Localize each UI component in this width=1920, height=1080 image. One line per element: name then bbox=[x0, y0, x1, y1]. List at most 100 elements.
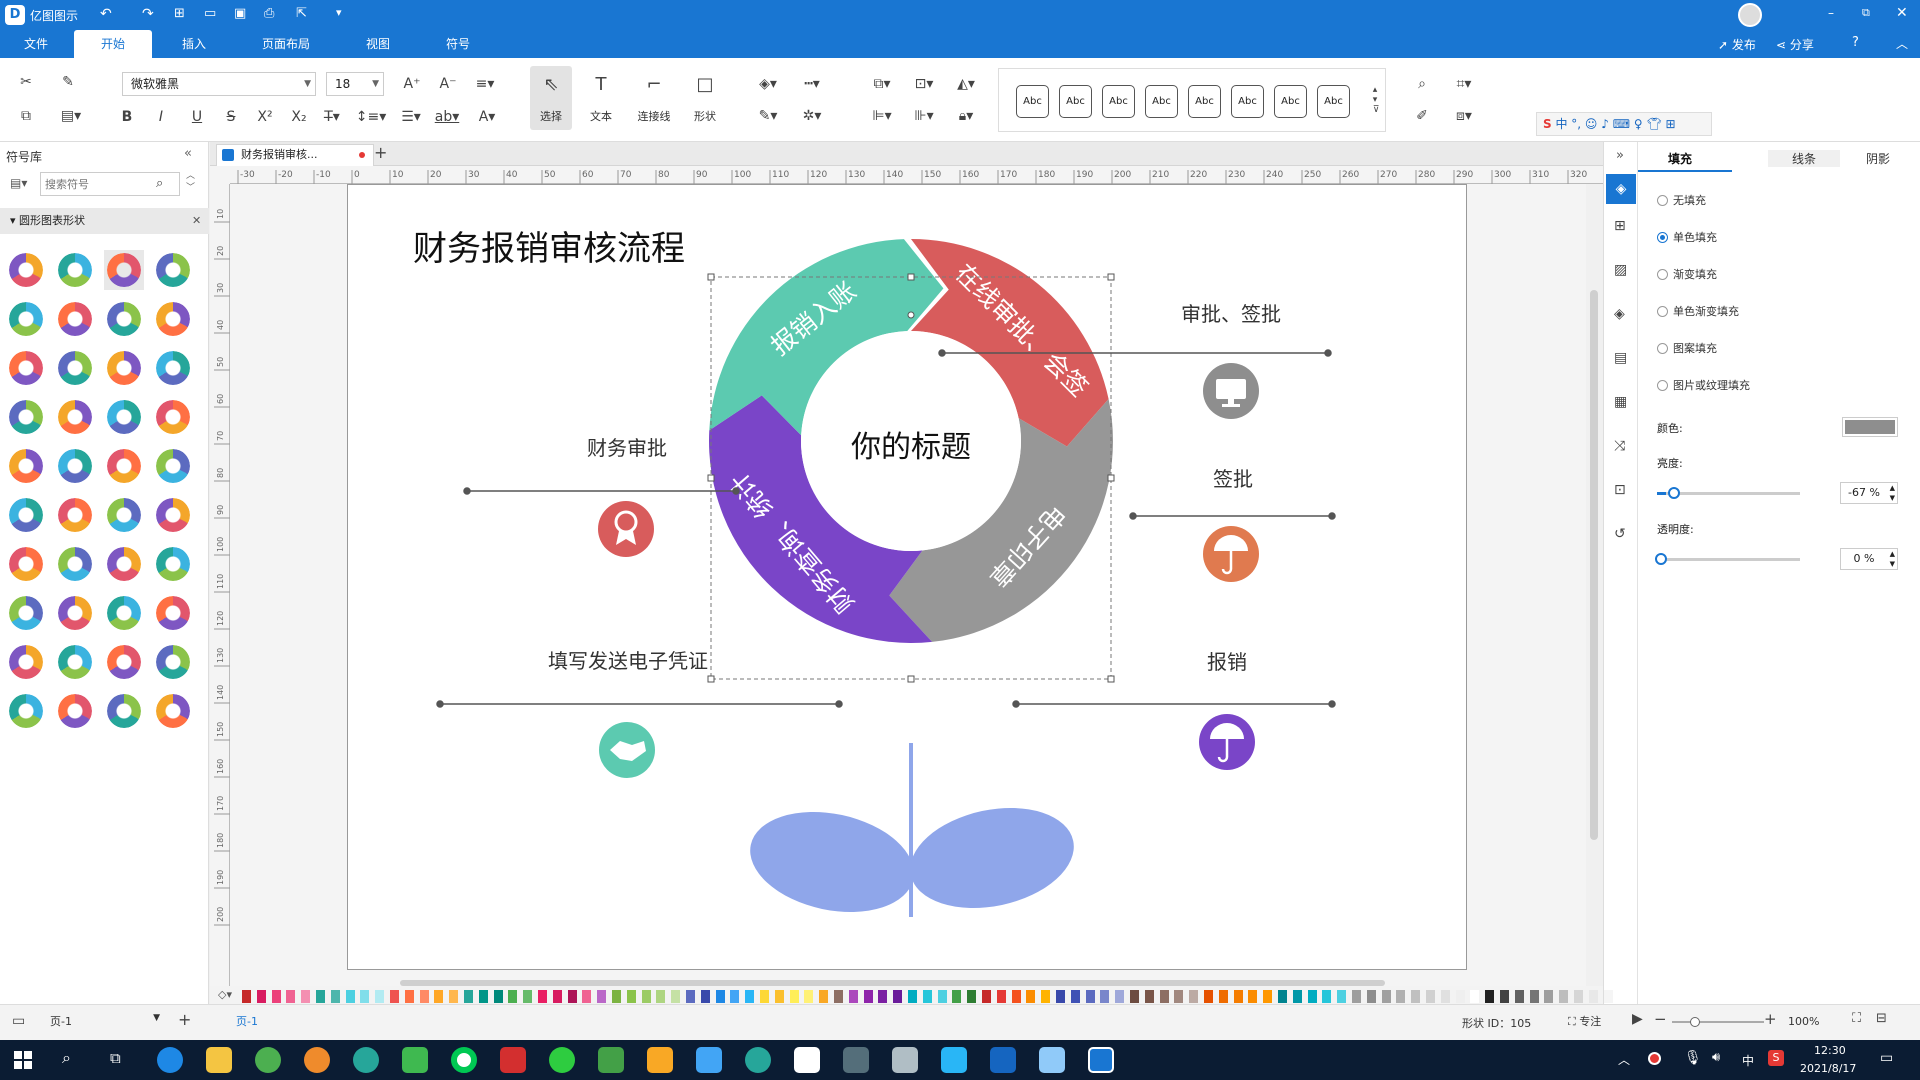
record-icon[interactable] bbox=[1648, 1052, 1661, 1065]
maximize-icon[interactable]: ⧉ bbox=[1862, 6, 1870, 20]
canvas-vscroll[interactable] bbox=[1590, 290, 1598, 840]
line-style-icon[interactable]: ┅▾ bbox=[796, 72, 828, 96]
zoom-out-icon[interactable]: − bbox=[1654, 1010, 1667, 1028]
zoom-value[interactable]: 100% bbox=[1788, 1015, 1819, 1028]
publish-button[interactable]: ➚ 发布 bbox=[1718, 36, 1756, 53]
palette-color-swatch[interactable] bbox=[1144, 990, 1154, 1003]
library-shape-thumbnail[interactable] bbox=[153, 397, 193, 437]
library-shape-thumbnail[interactable] bbox=[104, 642, 144, 682]
grid-icon[interactable]: ⊞ bbox=[1614, 218, 1626, 234]
lock-icon[interactable]: 🔒︎▾ bbox=[950, 104, 982, 128]
palette-color-swatch[interactable] bbox=[404, 990, 414, 1003]
palette-color-swatch[interactable] bbox=[1588, 990, 1598, 1003]
history-icon[interactable]: ↺ bbox=[1614, 526, 1626, 542]
library-shape-thumbnail[interactable] bbox=[153, 593, 193, 633]
cloud-app-icon[interactable] bbox=[941, 1047, 967, 1073]
format-painter-icon[interactable]: ✎ bbox=[56, 70, 80, 94]
palette-color-swatch[interactable] bbox=[789, 990, 799, 1003]
focus-mode-button[interactable]: ⛶ 专注 bbox=[1568, 1013, 1601, 1029]
tool-shape[interactable]: □ 形状 bbox=[684, 66, 726, 130]
find-replace-icon[interactable]: ⌕ bbox=[1410, 72, 1434, 96]
copy-icon[interactable]: ⧉ bbox=[14, 104, 38, 128]
palette-color-swatch[interactable] bbox=[1204, 990, 1213, 1003]
award-icon[interactable] bbox=[598, 501, 654, 557]
fill-option-picture[interactable]: 图片或纹理填充 bbox=[1657, 377, 1750, 393]
palette-color-swatch[interactable] bbox=[316, 990, 325, 1003]
fullscreen-icon[interactable]: ⊟ bbox=[1876, 1011, 1887, 1026]
library-shape-thumbnail[interactable] bbox=[104, 348, 144, 388]
library-shape-thumbnail[interactable] bbox=[104, 495, 144, 535]
palette-color-swatch[interactable] bbox=[1070, 990, 1080, 1003]
style-sample-3[interactable]: Abc bbox=[1102, 85, 1135, 118]
font-family-select[interactable]: 微软雅黑 ▼ bbox=[122, 72, 316, 96]
callout-label-approve-sign[interactable]: 审批、签批 bbox=[1181, 303, 1281, 326]
library-shape-thumbnail[interactable] bbox=[153, 299, 193, 339]
library-shape-thumbnail[interactable] bbox=[55, 544, 95, 584]
palette-color-swatch[interactable] bbox=[375, 990, 385, 1003]
palette-color-swatch[interactable] bbox=[1426, 990, 1435, 1003]
palette-color-swatch[interactable] bbox=[1307, 990, 1317, 1003]
palette-color-swatch[interactable] bbox=[863, 990, 873, 1003]
expand-panel-icon[interactable]: » bbox=[1616, 148, 1624, 163]
effects-icon[interactable]: ✲▾ bbox=[796, 104, 828, 128]
help-icon[interactable]: ? bbox=[1852, 35, 1859, 50]
m-app-icon[interactable] bbox=[843, 1047, 869, 1073]
crop-icon[interactable]: ⌗▾ bbox=[1448, 72, 1480, 96]
italic-icon[interactable]: I bbox=[150, 106, 172, 128]
redo-icon[interactable]: ↷ bbox=[142, 6, 154, 22]
style-sample-2[interactable]: Abc bbox=[1059, 85, 1092, 118]
tool-text[interactable]: T 文本 bbox=[580, 66, 622, 130]
menu-insert[interactable]: 插入 bbox=[168, 30, 220, 58]
palette-color-swatch[interactable] bbox=[848, 990, 858, 1003]
library-shape-thumbnail[interactable] bbox=[6, 250, 46, 290]
palette-color-swatch[interactable] bbox=[700, 990, 710, 1003]
font-color-icon[interactable]: A▾ bbox=[472, 106, 502, 128]
menu-home[interactable]: 开始 bbox=[74, 30, 152, 58]
replace-shape-icon[interactable]: ⧈▾ bbox=[1448, 104, 1480, 128]
export-icon[interactable]: ⇱ bbox=[296, 6, 307, 21]
collapse-ribbon-icon[interactable]: ︿ bbox=[1896, 35, 1908, 52]
save-icon[interactable]: ▣ bbox=[234, 6, 246, 21]
font-size-select[interactable]: 18 ▼ bbox=[326, 72, 384, 96]
palette-color-swatch[interactable] bbox=[1011, 990, 1021, 1003]
library-shape-thumbnail[interactable] bbox=[104, 593, 144, 633]
check-app-icon[interactable] bbox=[598, 1047, 624, 1073]
palette-color-swatch[interactable] bbox=[1366, 990, 1376, 1003]
superscript-icon[interactable]: X² bbox=[254, 106, 276, 128]
underline-icon[interactable]: U bbox=[186, 106, 208, 128]
palette-color-swatch[interactable] bbox=[434, 990, 444, 1003]
zoom-slider-thumb[interactable] bbox=[1690, 1017, 1700, 1027]
palette-color-swatch[interactable] bbox=[774, 990, 784, 1003]
record-app-icon[interactable] bbox=[451, 1047, 477, 1073]
palette-color-swatch[interactable] bbox=[523, 990, 533, 1003]
palette-color-swatch[interactable] bbox=[893, 990, 903, 1003]
layers-icon[interactable]: ◈ bbox=[1614, 306, 1625, 322]
search-icon[interactable]: ⌕ bbox=[62, 1048, 71, 1068]
word-icon[interactable] bbox=[990, 1047, 1016, 1073]
palette-color-swatch[interactable] bbox=[390, 990, 399, 1003]
cut-icon[interactable]: ✂ bbox=[14, 70, 38, 94]
palette-color-swatch[interactable] bbox=[819, 990, 829, 1003]
line-color-icon[interactable]: ✎▾ bbox=[752, 104, 784, 128]
palette-color-swatch[interactable] bbox=[878, 990, 888, 1003]
library-shape-thumbnail[interactable] bbox=[55, 495, 95, 535]
palette-color-swatch[interactable] bbox=[1455, 990, 1465, 1003]
clear-format-icon[interactable]: T̶▾ bbox=[320, 106, 344, 128]
palette-color-swatch[interactable] bbox=[242, 990, 251, 1003]
tab-fill[interactable]: 填充 bbox=[1668, 150, 1692, 167]
brightness-slider[interactable] bbox=[1657, 487, 1800, 499]
unsaved-dot-icon[interactable] bbox=[359, 152, 365, 158]
palette-color-swatch[interactable] bbox=[996, 990, 1006, 1003]
palette-color-swatch[interactable] bbox=[1396, 990, 1406, 1003]
palette-color-swatch[interactable] bbox=[1056, 990, 1065, 1003]
arrange-icon[interactable]: ⧉▾ bbox=[866, 72, 898, 96]
zoom-slider[interactable] bbox=[1672, 1017, 1764, 1027]
align-icon[interactable]: ≡▾ bbox=[470, 72, 500, 96]
decrease-font-icon[interactable]: A⁻ bbox=[436, 72, 460, 96]
palette-color-swatch[interactable] bbox=[1322, 990, 1332, 1003]
library-shape-thumbnail[interactable] bbox=[6, 299, 46, 339]
group-icon[interactable]: ⊡▾ bbox=[908, 72, 940, 96]
page-canvas[interactable]: 财务报销审核流程 在线审批、会签 电子印章 财务查询、统计 报销入账 你的标题 bbox=[347, 184, 1467, 970]
search-icon[interactable]: ⌕ bbox=[156, 176, 163, 191]
library-shape-thumbnail[interactable] bbox=[55, 299, 95, 339]
